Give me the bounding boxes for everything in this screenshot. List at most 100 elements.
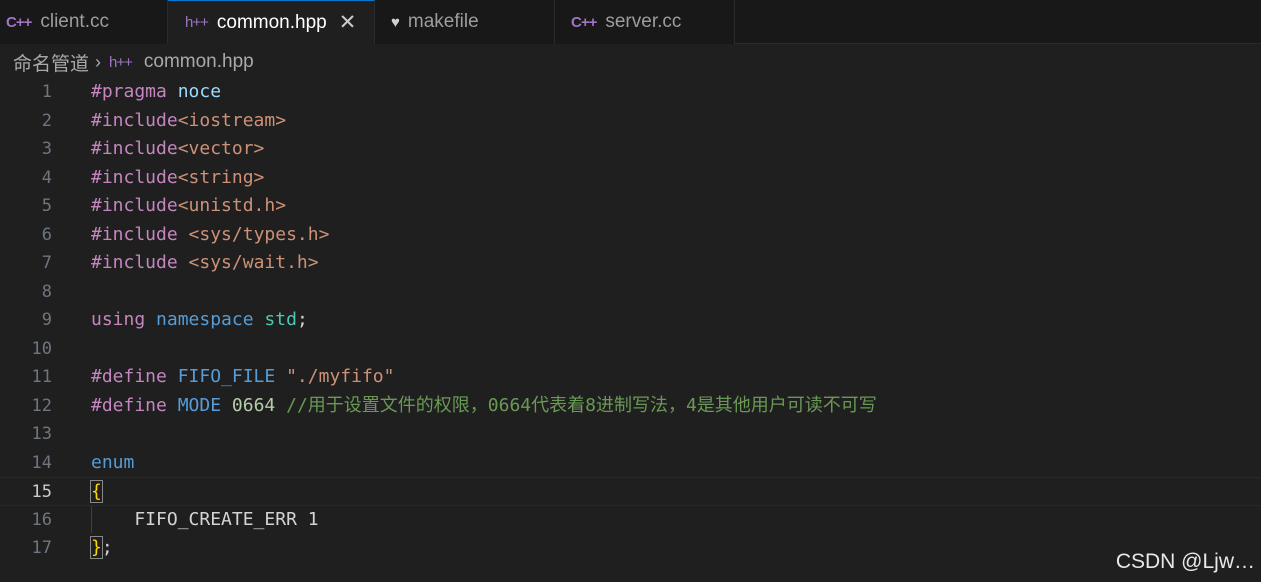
code-text: #define MODE 0664 //用于设置文件的权限，0664代表着8进制… bbox=[91, 392, 877, 421]
code-token: #include bbox=[91, 252, 178, 273]
tab-label: server.cc bbox=[605, 11, 682, 32]
code-token: ; bbox=[101, 537, 113, 558]
code-editor[interactable]: 1 #pragma noce 2 #include<iostream> 3 #includ… bbox=[0, 78, 1261, 582]
line-number: 4 bbox=[41, 167, 52, 188]
code-text: }; bbox=[90, 534, 113, 563]
code-line[interactable]: 7 #include <sys/wait.h> bbox=[0, 249, 1261, 278]
code-token: { bbox=[90, 480, 103, 503]
code-token: <sys/wait.h> bbox=[188, 252, 319, 273]
tab-server-cc[interactable]: C++ server.cc bbox=[555, 0, 735, 44]
code-token: "./myfifo" bbox=[286, 366, 395, 387]
code-token: <iostream> bbox=[177, 109, 287, 131]
tab-label: makefile bbox=[407, 11, 479, 32]
code-text: enum bbox=[91, 449, 134, 478]
code-line[interactable]: 8 bbox=[0, 278, 1261, 307]
code-text: #include <sys/wait.h> bbox=[91, 249, 319, 278]
line-number: 15 bbox=[31, 482, 52, 502]
hpp-file-icon: h++ bbox=[185, 14, 209, 31]
code-line[interactable]: 11 #define FIFO_FILE "./myfifo" bbox=[0, 363, 1261, 392]
code-line[interactable]: 10 bbox=[0, 335, 1261, 364]
line-number: 9 bbox=[41, 310, 52, 330]
line-number: 1 bbox=[41, 82, 52, 102]
watermark: CSDN @Ljw… bbox=[1115, 550, 1255, 573]
breadcrumb-file[interactable]: common.hpp bbox=[144, 51, 254, 73]
close-icon[interactable]: ✕ bbox=[339, 10, 357, 35]
code-token: <unistd.h> bbox=[177, 195, 287, 216]
code-token: <sys/types.h> bbox=[188, 223, 330, 245]
code-line[interactable]: 12 #define MODE 0664 //用于设置文件的权限，0664代表着8… bbox=[0, 392, 1261, 421]
line-number: 2 bbox=[41, 110, 52, 131]
code-token: #include bbox=[91, 195, 178, 216]
code-text: #include<string> bbox=[91, 164, 264, 193]
code-token: #pragma bbox=[91, 81, 167, 102]
code-text: #include<vector> bbox=[91, 135, 264, 164]
cpp-file-icon: C++ bbox=[571, 13, 597, 31]
code-token: } bbox=[90, 536, 103, 559]
code-line[interactable]: 1 #pragma noce bbox=[0, 78, 1261, 107]
code-text: #include <sys/types.h> bbox=[91, 221, 329, 250]
code-text: #include<iostream> bbox=[91, 107, 286, 136]
tab-label: client.cc bbox=[40, 11, 109, 32]
line-number: 3 bbox=[41, 139, 52, 159]
line-number: 13 bbox=[31, 424, 52, 444]
code-token: ; bbox=[296, 309, 308, 330]
cpp-file-icon: C++ bbox=[6, 13, 32, 31]
line-number: 5 bbox=[41, 196, 52, 216]
code-token: #include bbox=[91, 166, 178, 188]
breadcrumb: 命名管道 › h++ common.hpp bbox=[13, 48, 254, 76]
code-token: FIFO_FILE bbox=[177, 366, 276, 387]
line-number: 11 bbox=[31, 367, 52, 387]
code-text: { bbox=[90, 478, 103, 507]
code-line[interactable]: 5 #include<unistd.h> bbox=[0, 192, 1261, 221]
code-token: std bbox=[264, 309, 297, 330]
code-token: enum bbox=[91, 451, 135, 473]
code-text: #pragma noce bbox=[91, 78, 221, 107]
line-number: 8 bbox=[41, 281, 52, 302]
code-text: using namespace std; bbox=[91, 306, 308, 335]
code-token: noce bbox=[177, 81, 222, 102]
code-token: <vector> bbox=[177, 138, 265, 159]
tab-common-hpp[interactable]: h++ common.hpp ✕ bbox=[168, 0, 375, 44]
code-token: 0664 bbox=[231, 394, 276, 416]
code-text: #define FIFO_FILE "./myfifo" bbox=[91, 363, 394, 392]
tab-client-cc[interactable]: C++ client.cc bbox=[0, 0, 168, 44]
tab-makefile[interactable]: ♥ makefile bbox=[375, 0, 555, 44]
code-line[interactable]: 16 FIFO_CREATE_ERR 1 bbox=[0, 506, 1261, 535]
tab-bar: C++ client.cc h++ common.hpp ✕ ♥ makefil… bbox=[0, 0, 1261, 44]
hpp-file-icon: h++ bbox=[109, 53, 133, 71]
code-line[interactable]: 13 bbox=[0, 420, 1261, 449]
code-line[interactable]: 9 using namespace std; bbox=[0, 306, 1261, 335]
code-line[interactable]: 17}; bbox=[0, 534, 1261, 563]
line-number: 16 bbox=[31, 509, 52, 530]
code-line[interactable]: 15 { bbox=[0, 477, 1261, 506]
line-number: 12 bbox=[31, 395, 52, 416]
code-line[interactable]: 4 #include<string> bbox=[0, 164, 1261, 193]
code-line[interactable]: 3 #include<vector> bbox=[0, 135, 1261, 164]
code-token: #include bbox=[91, 109, 178, 131]
line-number: 6 bbox=[41, 224, 52, 245]
code-line[interactable]: 2 #include<iostream> bbox=[0, 107, 1261, 136]
line-number: 10 bbox=[31, 338, 52, 359]
code-token: MODE bbox=[177, 394, 222, 416]
code-line[interactable]: 14 enum bbox=[0, 449, 1261, 478]
code-token: using bbox=[91, 309, 146, 330]
line-number: 14 bbox=[31, 452, 52, 473]
code-token: namespace bbox=[156, 309, 254, 330]
breadcrumb-folder[interactable]: 命名管道 bbox=[13, 49, 89, 76]
chevron-right-icon: › bbox=[95, 51, 102, 72]
line-number: 17 bbox=[31, 538, 52, 558]
line-number: 7 bbox=[41, 253, 52, 273]
code-text: #include<unistd.h> bbox=[91, 192, 286, 221]
code-line[interactable]: 6 #include <sys/types.h> bbox=[0, 221, 1261, 250]
code-token: FIFO_CREATE_ERR 1 bbox=[91, 508, 319, 530]
code-token: #define bbox=[91, 394, 167, 416]
tab-label: common.hpp bbox=[216, 11, 327, 33]
